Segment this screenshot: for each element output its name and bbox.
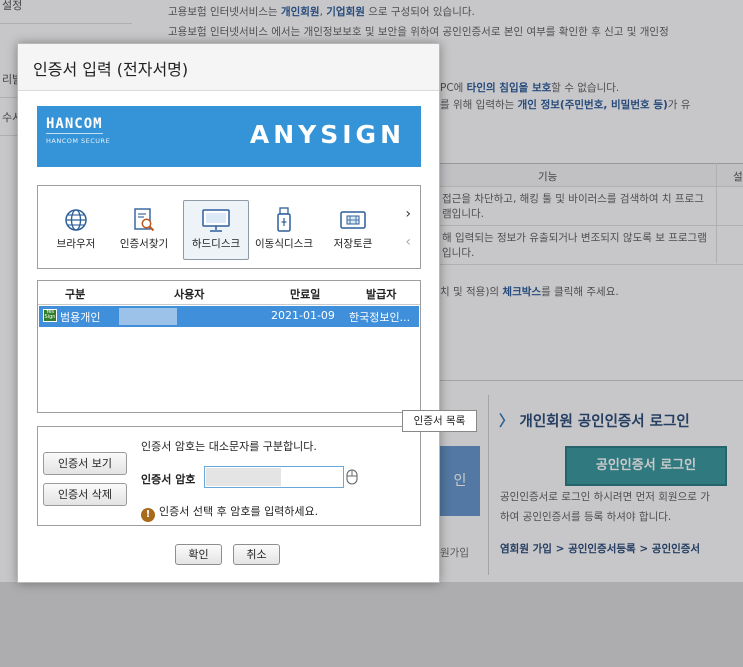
media-label: 브라우저 xyxy=(56,238,96,250)
chevron-right-icon[interactable]: › xyxy=(405,206,411,222)
certificate-dialog: 인증서 입력 (전자서명) HANCOM HANCOM SECURE ANYSI… xyxy=(17,43,440,583)
dialog-title: 인증서 입력 (전자서명) xyxy=(33,60,189,79)
cert-expiry: 2021-01-09 xyxy=(271,309,335,322)
cert-issuer: 한국정보인... xyxy=(349,311,411,324)
media-label: 인증서찾기 xyxy=(119,238,169,250)
media-cert-search[interactable]: 인증서찾기 xyxy=(112,201,176,259)
certificate-list-tooltip: 인증서 목록 xyxy=(402,410,477,432)
user-name-redacted xyxy=(119,308,177,325)
header-user[interactable]: 사용자 xyxy=(174,286,204,302)
anysign-brand: ANYSIGN xyxy=(249,120,405,149)
masked-password xyxy=(206,468,281,486)
globe-icon xyxy=(65,209,87,231)
hancom-logo: HANCOM xyxy=(46,116,103,134)
password-warning: ! 인증서 선택 후 암호를 입력하세요. xyxy=(141,503,318,522)
password-input[interactable] xyxy=(204,466,344,488)
password-label: 인증서 암호 xyxy=(141,473,196,486)
certificate-list: 구분 사용자 만료일 발급자 Yes Sign 범용개인 2021-01-09 … xyxy=(37,280,421,413)
media-label: 이동식디스크 xyxy=(255,238,313,250)
anysign-banner: HANCOM HANCOM SECURE ANYSIGN xyxy=(37,106,421,167)
view-certificate-button[interactable]: 인증서 보기 xyxy=(43,452,127,475)
warning-icon: ! xyxy=(141,508,155,522)
certificate-list-header: 구분 사용자 만료일 발급자 xyxy=(38,281,420,305)
mouse-keyboard-icon[interactable] xyxy=(345,469,359,485)
cert-type: 범용개인 xyxy=(60,311,101,324)
yessign-badge-icon: Yes Sign xyxy=(43,309,57,322)
delete-certificate-button[interactable]: 인증서 삭제 xyxy=(43,483,127,506)
header-expiry[interactable]: 만료일 xyxy=(290,286,320,302)
usb-drive-icon xyxy=(277,207,291,232)
media-hard-disk[interactable]: 하드디스크 xyxy=(183,200,249,260)
media-label: 하드디스크 xyxy=(191,238,241,250)
case-sensitive-note: 인증서 암호는 대소문자를 구분합니다. xyxy=(141,440,317,453)
chevron-left-icon[interactable]: ‹ xyxy=(405,234,411,250)
ok-button[interactable]: 확인 xyxy=(175,544,222,565)
table-row[interactable]: Yes Sign 범용개인 2021-01-09 한국정보인... xyxy=(39,306,419,327)
certificate-search-icon xyxy=(134,208,155,232)
token-chip-icon xyxy=(340,211,366,229)
header-type[interactable]: 구분 xyxy=(65,286,85,302)
media-removable-disk[interactable]: 이동식디스크 xyxy=(252,201,316,259)
media-browser[interactable]: 브라우저 xyxy=(44,201,108,259)
dialog-titlebar[interactable]: 인증서 입력 (전자서명) xyxy=(18,44,439,91)
media-label: 저장토큰 xyxy=(333,238,373,250)
cancel-button[interactable]: 취소 xyxy=(233,544,280,565)
hancom-secure-text: HANCOM SECURE xyxy=(46,137,111,145)
media-security-token[interactable]: 저장토큰 xyxy=(321,201,385,259)
storage-media-selector: 브라우저 인증서찾기 하드디스크 이동식디스크 저장토큰 › ‹ xyxy=(37,185,421,269)
header-issuer[interactable]: 발급자 xyxy=(366,286,396,302)
monitor-icon xyxy=(202,209,230,232)
password-panel: 인증서 보기 인증서 삭제 인증서 암호는 대소문자를 구분합니다. 인증서 암… xyxy=(37,426,421,526)
